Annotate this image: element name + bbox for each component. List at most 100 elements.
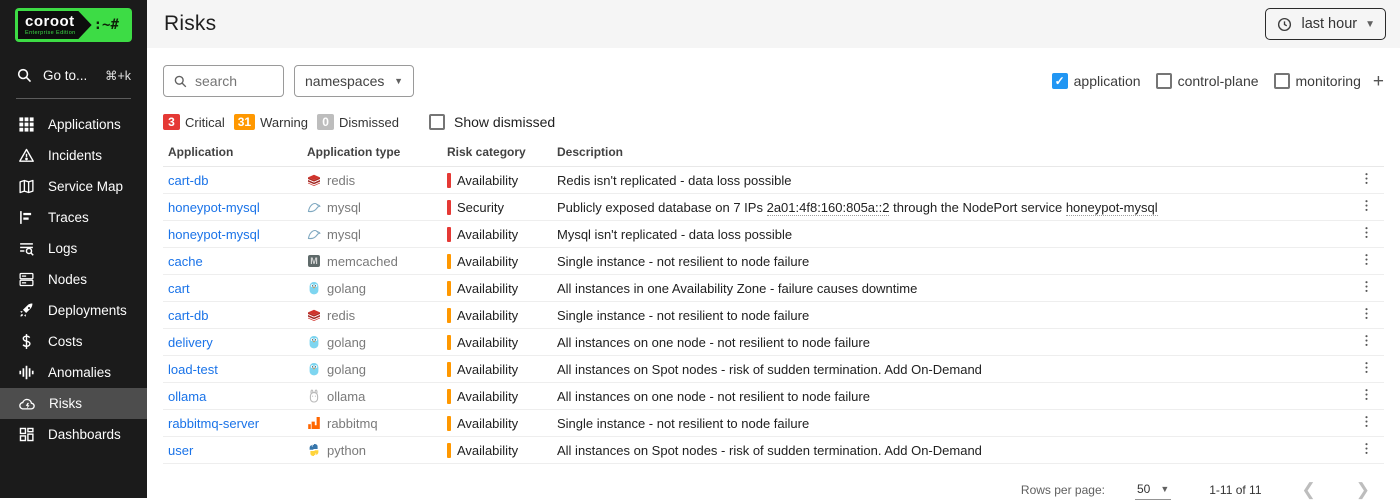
rows-per-page-label: Rows per page: bbox=[1021, 483, 1105, 497]
show-dismissed-checkbox[interactable] bbox=[429, 114, 445, 130]
rows-per-page-select[interactable]: 50 ▼ bbox=[1135, 479, 1171, 500]
row-menu-button[interactable] bbox=[1359, 282, 1374, 297]
row-menu-button[interactable] bbox=[1359, 228, 1374, 243]
risk-category-label: Availability bbox=[457, 389, 518, 404]
category-filter-monitoring[interactable]: monitoring bbox=[1274, 73, 1361, 89]
risks-panel: namespaces ▼ ✓ application control-plane mo… bbox=[147, 48, 1400, 500]
application-link[interactable]: cart-db bbox=[168, 173, 208, 188]
chevron-down-icon: ▼ bbox=[1160, 484, 1169, 494]
page-title: Risks bbox=[164, 12, 216, 36]
sidebar-item-anomalies[interactable]: Anomalies bbox=[0, 357, 147, 388]
goto-label: Go to... bbox=[43, 68, 95, 83]
table-row: ollamaollamaAvailabilityAll instances on… bbox=[163, 383, 1384, 410]
row-menu-button[interactable] bbox=[1359, 417, 1374, 432]
coroot-logo[interactable]: coroot Enterprise Edition :~# bbox=[15, 8, 132, 42]
sidebar-item-label: Incidents bbox=[48, 148, 102, 163]
application-link[interactable]: load-test bbox=[168, 362, 218, 377]
checkbox-unchecked-icon[interactable] bbox=[1274, 73, 1290, 89]
search-input[interactable] bbox=[195, 73, 265, 89]
column-header-application: Application bbox=[163, 139, 302, 167]
row-menu-button[interactable] bbox=[1359, 390, 1374, 405]
time-range-picker[interactable]: last hour ▼ bbox=[1265, 8, 1386, 40]
application-link[interactable]: cart bbox=[168, 281, 190, 296]
sidebar-item-costs[interactable]: Costs bbox=[0, 326, 147, 357]
severity-bar bbox=[447, 335, 451, 350]
risk-description: All instances on one node - not resilien… bbox=[552, 383, 1350, 410]
row-menu-button[interactable] bbox=[1359, 336, 1374, 351]
risk-category-label: Availability bbox=[457, 254, 518, 269]
risk-category-label: Availability bbox=[457, 227, 518, 242]
application-link[interactable]: honeypot-mysql bbox=[168, 227, 260, 242]
application-link[interactable]: ollama bbox=[168, 389, 206, 404]
main-area: Risks last hour ▼ namespaces ▼ ✓ applicat… bbox=[147, 0, 1400, 498]
application-link[interactable]: user bbox=[168, 443, 193, 458]
show-dismissed-label: Show dismissed bbox=[454, 114, 555, 130]
dollar-icon bbox=[18, 333, 35, 350]
checkbox-unchecked-icon[interactable] bbox=[1156, 73, 1172, 89]
traces-icon bbox=[18, 209, 35, 226]
application-type-label: golang bbox=[327, 335, 366, 350]
category-filter-label: application bbox=[1074, 73, 1141, 89]
sidebar-item-applications[interactable]: Applications bbox=[0, 109, 147, 140]
sidebar-item-dashboards[interactable]: Dashboards bbox=[0, 419, 147, 450]
row-menu-button[interactable] bbox=[1359, 309, 1374, 324]
severity-label: Warning bbox=[260, 115, 308, 130]
column-header-risk-category: Risk category bbox=[442, 139, 552, 167]
row-menu-button[interactable] bbox=[1359, 255, 1374, 270]
application-link[interactable]: delivery bbox=[168, 335, 213, 350]
application-type-label: python bbox=[327, 443, 366, 458]
table-row: cartgolangAvailabilityAll instances in o… bbox=[163, 275, 1384, 302]
application-link[interactable]: cache bbox=[168, 254, 203, 269]
table-row: honeypot-mysqlmysqlAvailabilityMysql isn… bbox=[163, 221, 1384, 248]
sidebar-item-deployments[interactable]: Deployments bbox=[0, 295, 147, 326]
risks-table: Application Application type Risk catego… bbox=[163, 139, 1384, 464]
application-type-label: redis bbox=[327, 173, 355, 188]
row-menu-button[interactable] bbox=[1359, 363, 1374, 378]
logs-search-icon bbox=[18, 240, 35, 257]
search-icon bbox=[16, 67, 33, 84]
sidebar-item-label: Traces bbox=[48, 210, 89, 225]
sidebar-item-service-map[interactable]: Service Map bbox=[0, 171, 147, 202]
chevron-down-icon: ▼ bbox=[394, 76, 403, 86]
goto-search[interactable]: Go to... ⌘+k bbox=[0, 54, 147, 96]
application-type-label: rabbitmq bbox=[327, 416, 378, 431]
category-filters: ✓ application control-plane monitoring bbox=[1052, 73, 1361, 89]
application-link[interactable]: honeypot-mysql bbox=[168, 200, 260, 215]
row-menu-button[interactable] bbox=[1359, 201, 1374, 216]
logo-tag: coroot Enterprise Edition bbox=[18, 11, 92, 39]
sidebar-item-nodes[interactable]: Nodes bbox=[0, 264, 147, 295]
golang-icon bbox=[307, 335, 321, 349]
risk-description: Single instance - not resilient to node … bbox=[552, 248, 1350, 275]
table-row: cart-dbredisAvailabilityRedis isn't repl… bbox=[163, 167, 1384, 194]
table-row: userpythonAvailabilityAll instances on S… bbox=[163, 437, 1384, 464]
namespaces-select[interactable]: namespaces ▼ bbox=[294, 65, 414, 97]
summary-row: 3Critical31Warning0Dismissed Show dismis… bbox=[163, 114, 1384, 130]
severity-bar bbox=[447, 254, 451, 269]
row-menu-button[interactable] bbox=[1359, 444, 1374, 459]
application-link[interactable]: cart-db bbox=[168, 308, 208, 323]
risk-description: Redis isn't replicated - data loss possi… bbox=[552, 167, 1350, 194]
risk-category-label: Availability bbox=[457, 362, 518, 377]
add-category-button[interactable]: + bbox=[1373, 72, 1384, 91]
sidebar-item-label: Anomalies bbox=[48, 365, 111, 380]
checkbox-checked-icon[interactable]: ✓ bbox=[1052, 73, 1068, 89]
sidebar-item-incidents[interactable]: Incidents bbox=[0, 140, 147, 171]
row-menu-button[interactable] bbox=[1359, 174, 1374, 189]
category-filter-application[interactable]: ✓ application bbox=[1052, 73, 1141, 89]
sidebar-item-risks[interactable]: Risks bbox=[0, 388, 147, 419]
category-filter-control-plane[interactable]: control-plane bbox=[1156, 73, 1259, 89]
severity-badge: 31 bbox=[234, 114, 255, 130]
show-dismissed-toggle[interactable]: Show dismissed bbox=[429, 114, 555, 130]
redis-icon bbox=[307, 308, 321, 322]
application-type-label: golang bbox=[327, 362, 366, 377]
sidebar-item-logs[interactable]: Logs bbox=[0, 233, 147, 264]
search-box bbox=[163, 65, 284, 97]
table-row: cacheMmemcachedAvailabilitySingle instan… bbox=[163, 248, 1384, 275]
previous-page-button[interactable]: ❮ bbox=[1302, 480, 1316, 500]
risk-description: Mysql isn't replicated - data loss possi… bbox=[552, 221, 1350, 248]
application-link[interactable]: rabbitmq-server bbox=[168, 416, 259, 431]
next-page-button[interactable]: ❯ bbox=[1356, 480, 1370, 500]
sidebar-item-traces[interactable]: Traces bbox=[0, 202, 147, 233]
rabbitmq-icon bbox=[307, 416, 321, 430]
severity-bar bbox=[447, 416, 451, 431]
